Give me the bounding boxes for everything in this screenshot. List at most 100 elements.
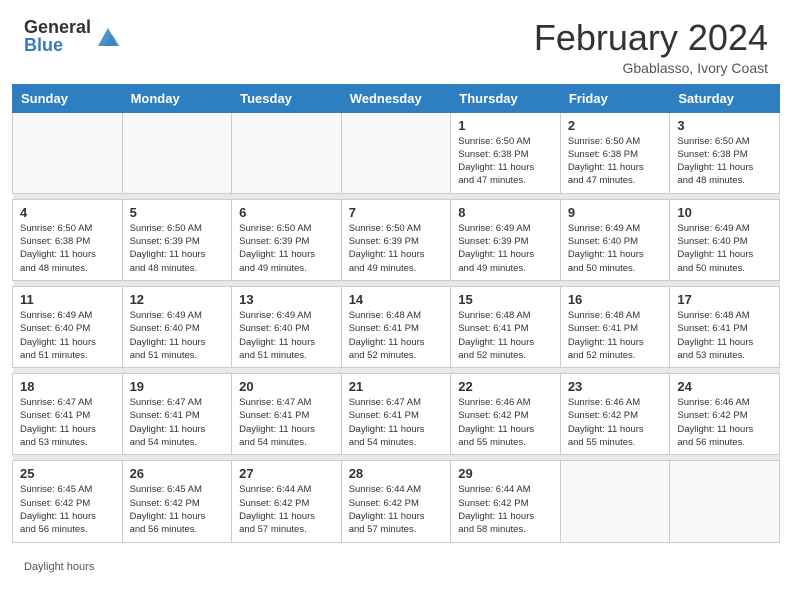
header-row: SundayMondayTuesdayWednesdayThursdayFrid… — [13, 84, 780, 112]
day-cell: 1 Sunrise: 6:50 AMSunset: 6:38 PMDaylight… — [451, 112, 561, 193]
day-cell — [560, 461, 670, 542]
day-number: 10 — [677, 205, 772, 220]
title-block: February 2024 Gbablasso, Ivory Coast — [534, 18, 768, 76]
day-cell: 19Sunrise: 6:47 AMSunset: 6:41 PMDayligh… — [122, 374, 232, 455]
day-number: 7 — [349, 205, 444, 220]
week-row: 4 Sunrise: 6:50 AMSunset: 6:38 PMDaylight… — [13, 199, 780, 280]
day-cell: 3 Sunrise: 6:50 AMSunset: 6:38 PMDaylight… — [670, 112, 780, 193]
logo: General Blue — [24, 18, 122, 54]
day-info: Sunrise: 6:46 AMSunset: 6:42 PMDaylight:… — [568, 396, 663, 449]
calendar-table: SundayMondayTuesdayWednesdayThursdayFrid… — [12, 84, 780, 543]
day-number: 15 — [458, 292, 553, 307]
day-number: 16 — [568, 292, 663, 307]
day-number: 18 — [20, 379, 115, 394]
day-number: 9 — [568, 205, 663, 220]
day-cell: 7 Sunrise: 6:50 AMSunset: 6:39 PMDaylight… — [341, 199, 451, 280]
day-number: 6 — [239, 205, 334, 220]
day-cell: 10 Sunrise: 6:49 AMSunset: 6:40 PMDayligh… — [670, 199, 780, 280]
day-cell: 28 Sunrise: 6:44 AMSunset: 6:42 PMDayligh… — [341, 461, 451, 542]
day-info: Sunrise: 6:49 AMSunset: 6:40 PMDaylight:… — [568, 222, 663, 275]
day-cell: 22Sunrise: 6:46 AMSunset: 6:42 PMDayligh… — [451, 374, 561, 455]
day-cell: 5Sunrise: 6:50 AMSunset: 6:39 PMDaylight… — [122, 199, 232, 280]
logo-icon — [94, 22, 122, 50]
day-info: Sunrise: 6:49 AMSunset: 6:40 PMDaylight:… — [239, 309, 334, 362]
day-info: Sunrise: 6:45 AMSunset: 6:42 PMDaylight:… — [130, 483, 225, 536]
day-header-friday: Friday — [560, 84, 670, 112]
day-number: 19 — [130, 379, 225, 394]
day-info: Sunrise: 6:50 AMSunset: 6:38 PMDaylight:… — [568, 135, 663, 188]
day-info: Sunrise: 6:44 AMSunset: 6:42 PMDaylight:… — [349, 483, 444, 536]
day-number: 4 — [20, 205, 115, 220]
day-number: 17 — [677, 292, 772, 307]
day-cell — [341, 112, 451, 193]
day-header-thursday: Thursday — [451, 84, 561, 112]
day-info: Sunrise: 6:50 AMSunset: 6:39 PMDaylight:… — [239, 222, 334, 275]
day-number: 3 — [677, 118, 772, 133]
day-cell: 26 Sunrise: 6:45 AMSunset: 6:42 PMDayligh… — [122, 461, 232, 542]
day-info: Sunrise: 6:48 AMSunset: 6:41 PMDaylight:… — [568, 309, 663, 362]
day-number: 14 — [349, 292, 444, 307]
day-info: Sunrise: 6:44 AMSunset: 6:42 PMDaylight:… — [239, 483, 334, 536]
page: General Blue February 2024 Gbablasso, Iv… — [0, 0, 792, 612]
day-number: 29 — [458, 466, 553, 481]
day-info: Sunrise: 6:49 AMSunset: 6:40 PMDaylight:… — [677, 222, 772, 275]
day-cell: 6 Sunrise: 6:50 AMSunset: 6:39 PMDaylight… — [232, 199, 342, 280]
daylight-label: Daylight hours — [24, 561, 94, 573]
day-cell — [232, 112, 342, 193]
day-cell: 27 Sunrise: 6:44 AMSunset: 6:42 PMDayligh… — [232, 461, 342, 542]
day-info: Sunrise: 6:47 AMSunset: 6:41 PMDaylight:… — [349, 396, 444, 449]
day-info: Sunrise: 6:50 AMSunset: 6:38 PMDaylight:… — [20, 222, 115, 275]
main-title: February 2024 — [534, 18, 768, 58]
week-row: 18 Sunrise: 6:47 AMSunset: 6:41 PMDayligh… — [13, 374, 780, 455]
day-number: 27 — [239, 466, 334, 481]
day-cell: 11 Sunrise: 6:49 AMSunset: 6:40 PMDayligh… — [13, 286, 123, 367]
day-cell: 14Sunrise: 6:48 AMSunset: 6:41 PMDayligh… — [341, 286, 451, 367]
day-info: Sunrise: 6:49 AMSunset: 6:40 PMDaylight:… — [20, 309, 115, 362]
day-number: 2 — [568, 118, 663, 133]
day-number: 26 — [130, 466, 225, 481]
day-number: 12 — [130, 292, 225, 307]
day-number: 8 — [458, 205, 553, 220]
day-cell: 21Sunrise: 6:47 AMSunset: 6:41 PMDayligh… — [341, 374, 451, 455]
day-number: 24 — [677, 379, 772, 394]
day-cell: 25Sunrise: 6:45 AMSunset: 6:42 PMDayligh… — [13, 461, 123, 542]
day-cell — [122, 112, 232, 193]
day-cell: 9 Sunrise: 6:49 AMSunset: 6:40 PMDaylight… — [560, 199, 670, 280]
week-row: 25 Sunrise: 6:45 AMSunset: 6:42 PMDayligh… — [13, 461, 780, 542]
week-row: 1 Sunrise: 6:50 AMSunset: 6:38 PMDaylight… — [13, 112, 780, 193]
day-info: Sunrise: 6:44 AMSunset: 6:42 PMDaylight:… — [458, 483, 553, 536]
day-info: Sunrise: 6:49 AMSunset: 6:40 PMDaylight:… — [130, 309, 225, 362]
day-cell: 23 Sunrise: 6:46 AMSunset: 6:42 PMDayligh… — [560, 374, 670, 455]
day-number: 13 — [239, 292, 334, 307]
day-number: 25 — [20, 466, 115, 481]
day-number: 11 — [20, 292, 115, 307]
subtitle: Gbablasso, Ivory Coast — [534, 60, 768, 76]
calendar: SundayMondayTuesdayWednesdayThursdayFrid… — [0, 84, 792, 555]
day-header-monday: Monday — [122, 84, 232, 112]
day-cell: 16 Sunrise: 6:48 AMSunset: 6:41 PMDayligh… — [560, 286, 670, 367]
header: General Blue February 2024 Gbablasso, Iv… — [0, 0, 792, 84]
day-number: 1 — [458, 118, 553, 133]
day-info: Sunrise: 6:46 AMSunset: 6:42 PMDaylight:… — [677, 396, 772, 449]
day-cell — [670, 461, 780, 542]
day-info: Sunrise: 6:47 AMSunset: 6:41 PMDaylight:… — [239, 396, 334, 449]
day-header-tuesday: Tuesday — [232, 84, 342, 112]
day-info: Sunrise: 6:50 AMSunset: 6:38 PMDaylight:… — [677, 135, 772, 188]
day-cell: 2 Sunrise: 6:50 AMSunset: 6:38 PMDaylight… — [560, 112, 670, 193]
day-info: Sunrise: 6:48 AMSunset: 6:41 PMDaylight:… — [677, 309, 772, 362]
day-info: Sunrise: 6:47 AMSunset: 6:41 PMDaylight:… — [20, 396, 115, 449]
day-info: Sunrise: 6:50 AMSunset: 6:38 PMDaylight:… — [458, 135, 553, 188]
day-info: Sunrise: 6:50 AMSunset: 6:39 PMDaylight:… — [349, 222, 444, 275]
day-cell — [13, 112, 123, 193]
day-cell: 24 Sunrise: 6:46 AMSunset: 6:42 PMDayligh… — [670, 374, 780, 455]
day-cell: 18 Sunrise: 6:47 AMSunset: 6:41 PMDayligh… — [13, 374, 123, 455]
day-number: 23 — [568, 379, 663, 394]
day-number: 20 — [239, 379, 334, 394]
logo-general-text: General — [24, 18, 91, 36]
logo-blue-text: Blue — [24, 36, 91, 54]
day-cell: 15Sunrise: 6:48 AMSunset: 6:41 PMDayligh… — [451, 286, 561, 367]
day-cell: 29 Sunrise: 6:44 AMSunset: 6:42 PMDayligh… — [451, 461, 561, 542]
day-cell: 13 Sunrise: 6:49 AMSunset: 6:40 PMDayligh… — [232, 286, 342, 367]
day-number: 5 — [130, 205, 225, 220]
day-number: 28 — [349, 466, 444, 481]
